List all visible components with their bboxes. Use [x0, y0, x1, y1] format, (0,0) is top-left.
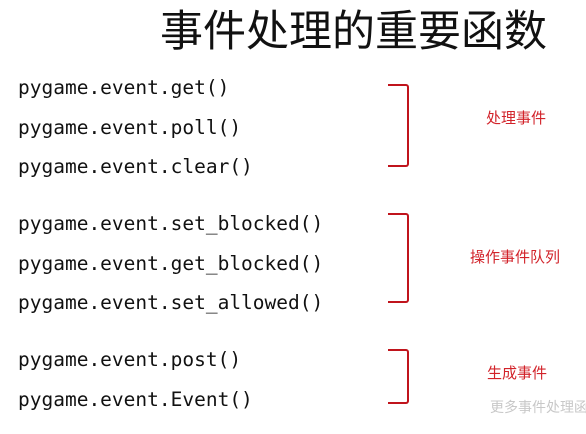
code-line: pygame.event.get() — [18, 76, 230, 99]
bracket-group-1 — [388, 84, 409, 167]
code-line: pygame.event.post() — [18, 348, 242, 371]
code-line: pygame.event.get_blocked() — [18, 252, 324, 275]
code-line: pygame.event.set_blocked() — [18, 212, 324, 235]
code-line: pygame.event.poll() — [18, 116, 242, 139]
bracket-group-3 — [388, 349, 409, 404]
slide-title: 事件处理的重要函数 — [160, 7, 547, 57]
code-line: pygame.event.clear() — [18, 155, 253, 178]
bracket-group-2 — [388, 213, 409, 303]
group-label: 处理事件 — [486, 109, 547, 127]
group-label: 生成事件 — [487, 364, 548, 382]
code-line: pygame.event.set_allowed() — [18, 291, 324, 314]
group-label: 操作事件队列 — [470, 248, 561, 266]
more-text: 更多事件处理函 — [490, 400, 586, 416]
code-line: pygame.event.Event() — [18, 388, 253, 411]
